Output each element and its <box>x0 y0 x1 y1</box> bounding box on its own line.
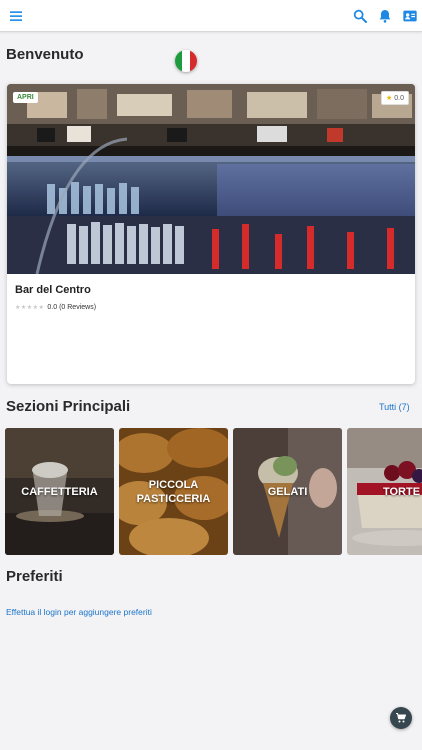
login-for-favorites-link[interactable]: Effettua il login per aggiungere preferi… <box>6 607 152 617</box>
bell-icon <box>379 10 391 23</box>
bar-counter-photo <box>7 84 415 274</box>
rating-text: 0.0 (0 Reviews) <box>47 304 97 311</box>
section-label: PICCOLA PASTICCERIA <box>136 478 211 505</box>
section-tile-piccola-pasticceria[interactable]: PICCOLA PASTICCERIA <box>119 428 228 555</box>
top-app-bar <box>0 0 422 32</box>
section-label: GELATI <box>267 485 308 498</box>
featured-place-card[interactable]: APRI ★ 0.0 Bar del Centro ★★★★★ 0.0 (0 Re… <box>7 84 415 384</box>
section-tile-caffetteria[interactable]: CAFFETTERIA <box>5 428 114 555</box>
sections-title: Sezioni Principali <box>6 398 131 415</box>
search-icon <box>353 9 367 23</box>
search-button[interactable] <box>350 6 370 26</box>
menu-icon <box>10 11 22 21</box>
rating-badge: ★ 0.0 <box>380 91 409 105</box>
favorites-title: Preferiti <box>6 568 63 585</box>
star-icon: ★ <box>385 95 393 102</box>
italy-flag-icon[interactable] <box>175 50 197 72</box>
section-label: CAFFETTERIA <box>21 485 98 498</box>
sections-carousel[interactable]: CAFFETTERIA PICCOLA PASTICCERIA GELATI T… <box>5 428 422 555</box>
place-name: Bar del Centro <box>15 284 91 296</box>
section-tile-gelati[interactable]: GELATI <box>233 428 342 555</box>
cart-icon <box>396 712 407 723</box>
cart-button[interactable] <box>390 707 412 729</box>
menu-button[interactable] <box>6 6 26 26</box>
rating-stars: ★★★★★ <box>15 305 45 311</box>
section-label: TORTE <box>382 485 421 498</box>
welcome-title: Benvenuto <box>6 46 84 63</box>
all-sections-link[interactable]: Tutti (7) <box>379 402 410 412</box>
open-status-badge: APRI <box>13 92 38 103</box>
contact-card-icon <box>403 10 417 22</box>
rating-badge-value: 0.0 <box>394 95 404 102</box>
contact-button[interactable] <box>400 6 420 26</box>
section-tile-torte[interactable]: TORTE <box>347 428 422 555</box>
notifications-button[interactable] <box>375 6 395 26</box>
place-rating: ★★★★★ 0.0 (0 Reviews) <box>15 304 96 311</box>
